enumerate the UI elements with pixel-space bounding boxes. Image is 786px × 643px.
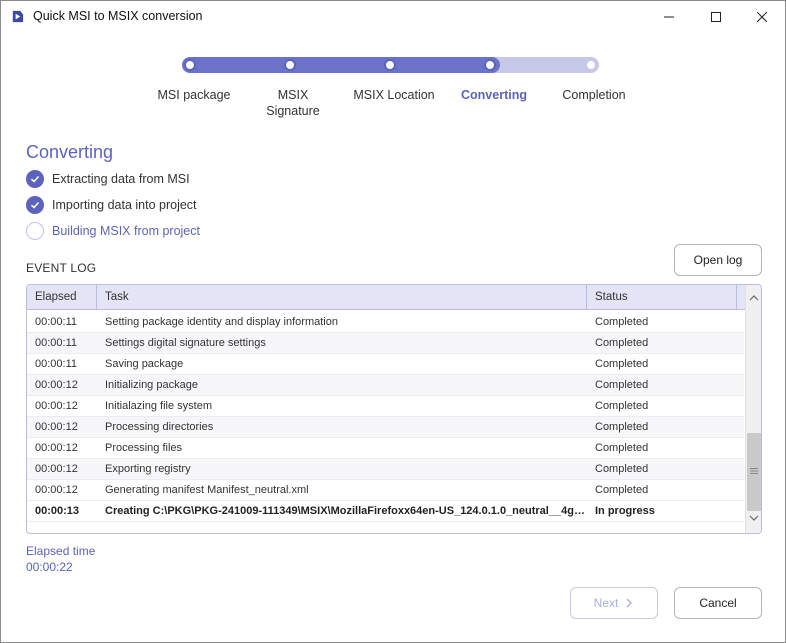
elapsed-cell: 00:00:11 <box>35 358 78 370</box>
task-cell: Generating manifest Manifest_neutral.xml <box>105 484 309 496</box>
step-dot-completion <box>585 59 597 71</box>
maximize-button[interactable] <box>693 1 739 32</box>
step-label-msix-signature: MSIX Signature <box>266 88 320 118</box>
elapsed-cell: 00:00:12 <box>35 484 78 496</box>
chevron-down-icon <box>749 515 759 521</box>
table-row[interactable]: 00:00:12 Processing files Completed <box>27 438 744 459</box>
table-row[interactable]: 00:00:12 Processing directories Complete… <box>27 417 744 438</box>
maximize-icon <box>711 11 721 22</box>
pending-circle-icon <box>26 222 44 240</box>
step-label-completion: Completion <box>562 88 626 102</box>
app-logo-icon <box>12 10 24 23</box>
table-row-in-progress[interactable]: 00:00:13 Creating C:\PKG\PKG-241009-1113… <box>27 501 744 522</box>
elapsed-cell: 00:00:12 <box>35 463 78 475</box>
cancel-button[interactable]: Cancel <box>674 587 762 619</box>
elapsed-time-value: 00:00:22 <box>26 560 73 574</box>
task-label: Building MSIX from project <box>52 224 200 238</box>
elapsed-time-label: Elapsed time <box>26 544 96 558</box>
column-header-elapsed[interactable]: Elapsed <box>27 285 97 310</box>
status-cell: Completed <box>595 442 649 454</box>
task-item-extracting: Extracting data from MSI <box>26 169 190 189</box>
task-label: Importing data into project <box>52 198 197 212</box>
table-row[interactable]: 00:00:12 Exporting registry Completed <box>27 459 744 480</box>
step-dot-converting <box>484 59 496 71</box>
status-cell: In progress <box>595 505 655 517</box>
status-cell: Completed <box>595 358 649 370</box>
step-dot-msix-location <box>384 59 396 71</box>
status-cell: Completed <box>595 484 649 496</box>
elapsed-cell: 00:00:12 <box>35 421 78 433</box>
close-button[interactable] <box>739 1 785 32</box>
table-header: Elapsed Task Status <box>27 285 761 310</box>
task-item-importing: Importing data into project <box>26 195 197 215</box>
conversion-window: Quick MSI to MSIX conversion MSI package… <box>0 0 786 643</box>
task-item-building: Building MSIX from project <box>26 221 200 241</box>
elapsed-cell: 00:00:12 <box>35 379 78 391</box>
chevron-up-icon <box>749 295 759 301</box>
minimize-button[interactable] <box>646 1 692 32</box>
table-row[interactable]: 00:00:11 Setting package identity and di… <box>27 312 744 333</box>
table-row[interactable]: 00:00:11 Settings digital signature sett… <box>27 333 744 354</box>
status-cell: Completed <box>595 400 649 412</box>
step-dot-msix-signature <box>284 59 296 71</box>
window-title: Quick MSI to MSIX conversion <box>33 9 203 23</box>
table-row[interactable]: 00:00:12 Generating manifest Manifest_ne… <box>27 480 744 501</box>
task-cell: Setting package identity and display inf… <box>105 316 338 328</box>
task-cell: Initializing package <box>105 379 198 391</box>
status-cell: Completed <box>595 421 649 433</box>
task-label: Extracting data from MSI <box>52 172 190 186</box>
minimize-icon <box>664 16 674 17</box>
table-body: 00:00:11 Setting package identity and di… <box>27 312 744 522</box>
close-icon <box>757 11 767 22</box>
column-header-status[interactable]: Status <box>587 285 737 310</box>
open-log-button[interactable]: Open log <box>674 244 762 276</box>
grip-icon <box>750 468 758 474</box>
elapsed-cell: 00:00:11 <box>35 337 78 349</box>
task-cell: Creating C:\PKG\PKG-241009-111349\MSIX\M… <box>105 505 585 517</box>
step-dot-msi-package <box>184 59 196 71</box>
title-bar: Quick MSI to MSIX conversion <box>1 1 785 32</box>
checkmark-icon <box>26 170 44 188</box>
elapsed-cell: 00:00:12 <box>35 442 78 454</box>
table-row[interactable]: 00:00:12 Initialazing file system Comple… <box>27 396 744 417</box>
chevron-right-icon <box>626 598 633 608</box>
task-cell: Processing files <box>105 442 183 454</box>
elapsed-cell: 00:00:11 <box>35 316 78 328</box>
status-cell: Completed <box>595 379 649 391</box>
checkmark-icon <box>26 196 44 214</box>
status-cell: Completed <box>595 337 649 349</box>
step-label-converting: Converting <box>461 88 527 102</box>
next-button[interactable]: Next <box>570 587 658 619</box>
scroll-up-button[interactable] <box>746 291 761 305</box>
table-row[interactable]: 00:00:11 Saving package Completed <box>27 354 744 375</box>
status-cell: Completed <box>595 316 649 328</box>
event-log-label: EVENT LOG <box>26 261 97 275</box>
elapsed-cell: 00:00:12 <box>35 400 78 412</box>
section-title: Converting <box>26 142 114 162</box>
event-log-table: Elapsed Task Status 00:00:11 Setting pac… <box>26 284 762 534</box>
step-label-msi-package: MSI package <box>157 88 231 102</box>
task-cell: Processing directories <box>105 421 214 433</box>
status-cell: Completed <box>595 463 649 475</box>
step-label-msix-location: MSIX Location <box>353 88 435 102</box>
task-cell: Exporting registry <box>105 463 191 475</box>
table-row[interactable]: 00:00:12 Initializing package Completed <box>27 375 744 396</box>
scroll-down-button[interactable] <box>746 511 761 525</box>
column-header-task[interactable]: Task <box>97 285 587 310</box>
task-cell: Saving package <box>105 358 184 370</box>
progress-fill <box>182 57 500 73</box>
task-cell: Settings digital signature settings <box>105 337 266 349</box>
task-cell: Initialazing file system <box>105 400 212 412</box>
vertical-scrollbar[interactable] <box>745 285 761 533</box>
next-button-label: Next <box>593 596 619 610</box>
elapsed-cell: 00:00:13 <box>35 505 80 517</box>
